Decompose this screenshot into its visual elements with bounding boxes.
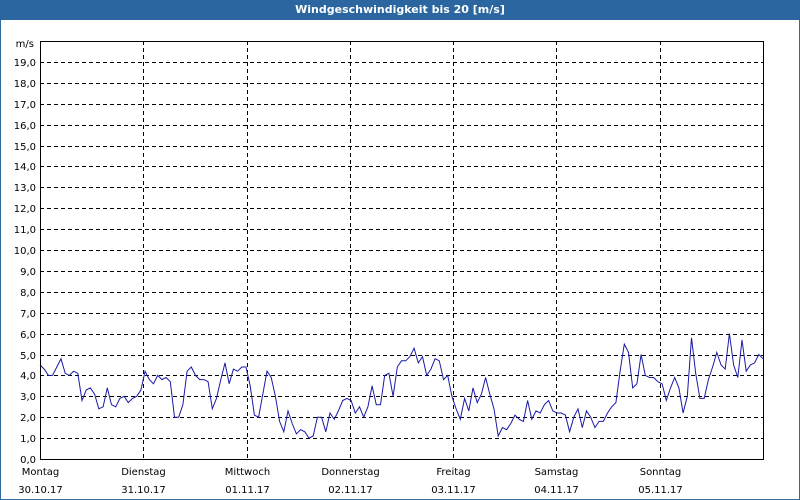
wind-speed-chart: 0,0 1,0 2,0 3,0 4,0 5,0 6,0 7,0 8,0 9,0 10,0 11,0 12…	[14, 39, 764, 496]
y-tick-label: 15,0	[14, 142, 36, 153]
y-tick-label: 10,0	[14, 246, 36, 257]
x-tick-label-day: Mittwoch	[225, 467, 270, 478]
x-tick-label-date: 05.11.17	[638, 485, 683, 496]
y-tick-label: 9,0	[20, 267, 36, 278]
y-tick-label: 4,0	[20, 371, 36, 382]
y-tick-labels: 0,0 1,0 2,0 3,0 4,0 5,0 6,0 7,0 8,0 9,0 10,0 11,0 12…	[14, 58, 36, 466]
x-tick-label-date: 30.10.17	[18, 485, 63, 496]
x-tick-label-date: 31.10.17	[121, 485, 166, 496]
y-tick-label: 19,0	[14, 58, 36, 69]
y-tick-label: 17,0	[14, 100, 36, 111]
x-tick-label-date: 04.11.17	[534, 485, 579, 496]
y-tick-label: 11,0	[14, 225, 36, 236]
series-group	[39, 333, 764, 439]
x-tick-label-day: Montag	[22, 467, 59, 478]
y-tick-label: 12,0	[14, 204, 36, 215]
y-tick-label: 1,0	[20, 434, 36, 445]
y-tick-label: 16,0	[14, 121, 36, 132]
y-tick-label: 6,0	[20, 330, 36, 341]
x-tick-labels: Montag 30.10.17 Dienstag 31.10.17 Mittwoch 01…	[18, 467, 683, 496]
y-tick-label: 8,0	[20, 288, 36, 299]
y-tick-label: 5,0	[20, 351, 36, 362]
y-tick-label: 7,0	[20, 309, 36, 320]
x-tick-label-date: 01.11.17	[225, 485, 270, 496]
y-tick-label: 2,0	[20, 413, 36, 424]
y-tick-label: 14,0	[14, 162, 36, 173]
grid-lines	[40, 41, 763, 459]
y-tick-label: 3,0	[20, 392, 36, 403]
x-tick-label-day: Dienstag	[121, 467, 166, 478]
y-tick-label: 13,0	[14, 183, 36, 194]
x-tick-label-day: Samstag	[535, 467, 579, 478]
x-tick-label-day: Donnerstag	[321, 467, 379, 478]
x-tick-label-date: 03.11.17	[431, 485, 476, 496]
x-tick-label-date: 02.11.17	[328, 485, 373, 496]
y-tick-label: 0,0	[20, 455, 36, 466]
series-line	[39, 333, 764, 439]
x-tick-label-day: Freitag	[436, 467, 470, 478]
y-axis-label: m/s	[16, 39, 34, 50]
y-tick-label: 18,0	[14, 79, 36, 90]
x-tick-label-day: Sonntag	[640, 467, 682, 478]
